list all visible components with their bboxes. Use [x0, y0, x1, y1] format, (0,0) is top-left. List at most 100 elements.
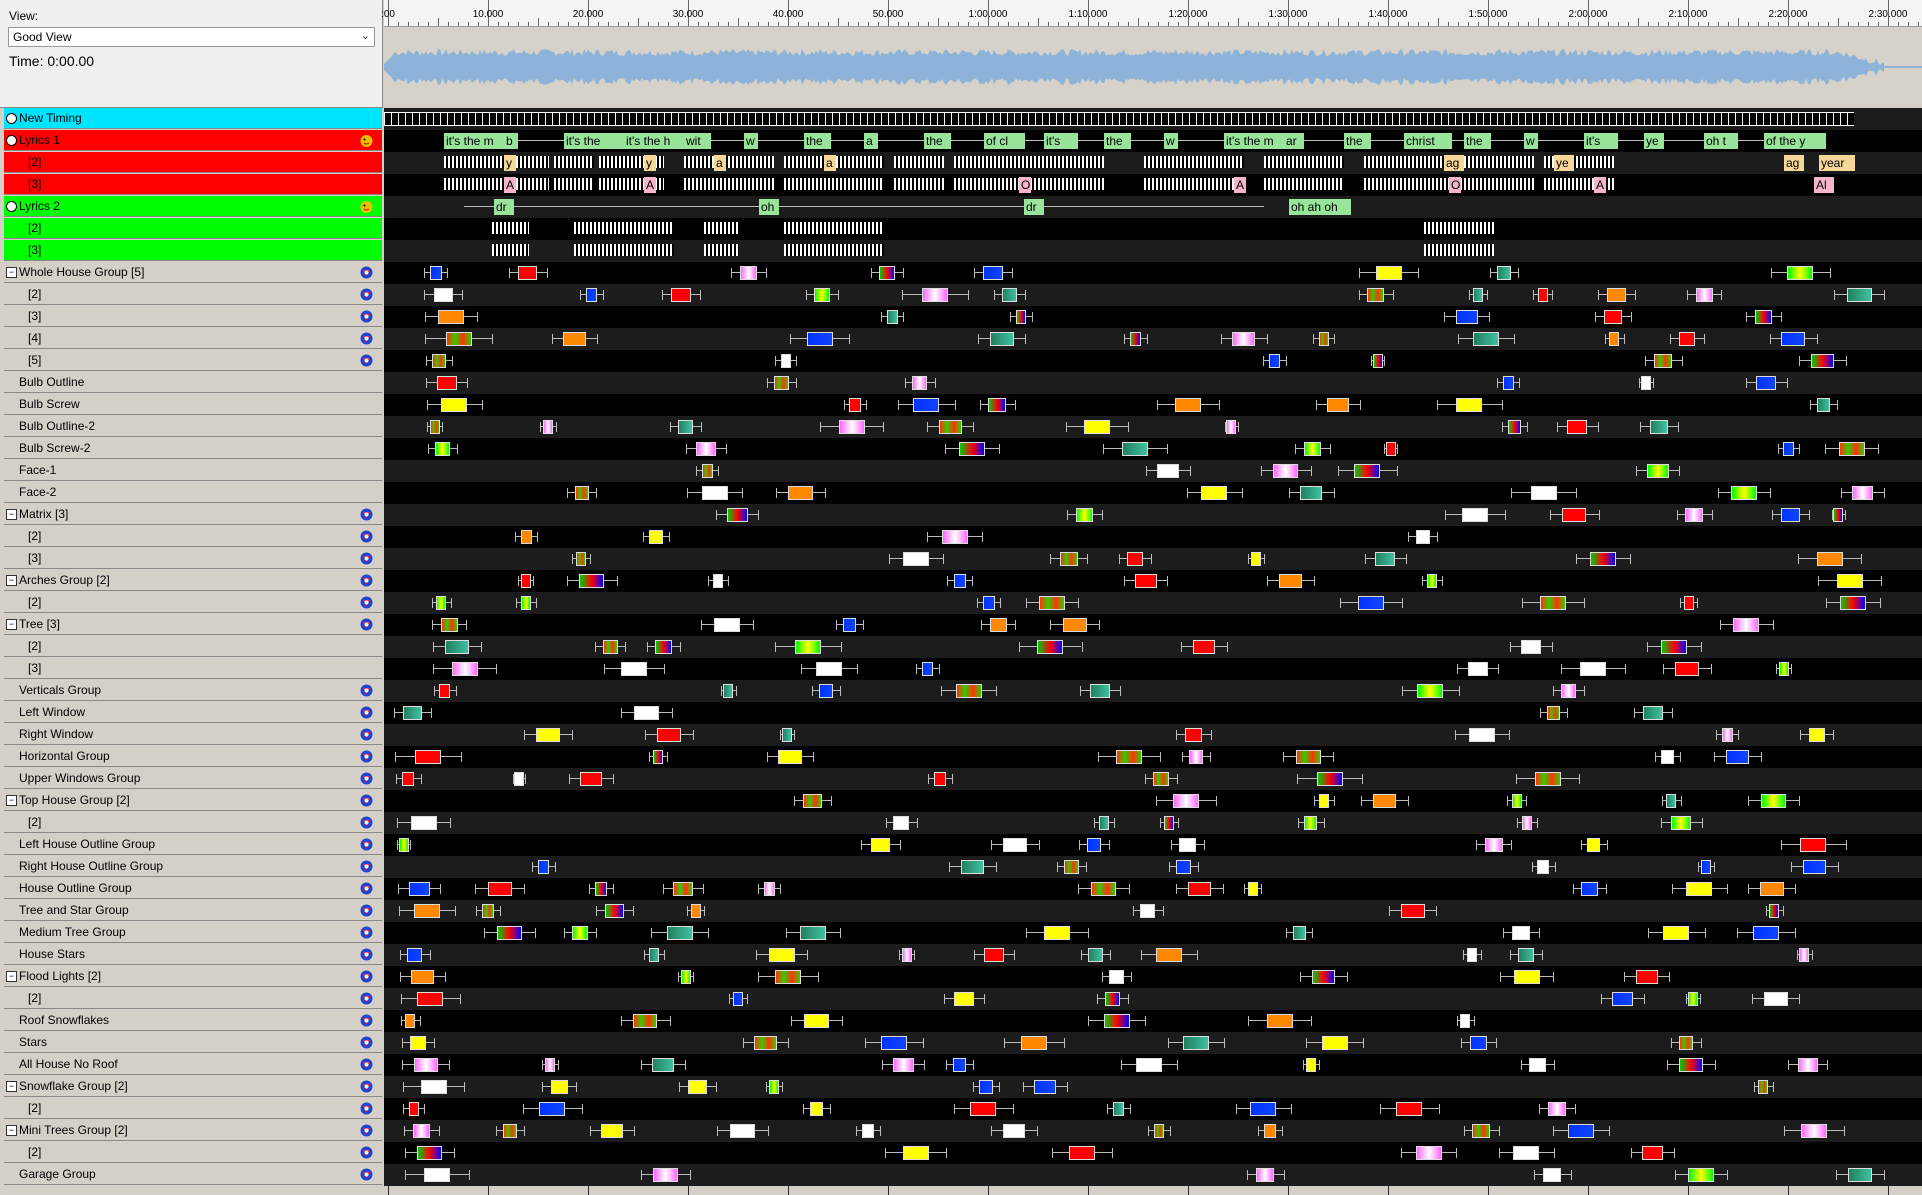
effect-icon[interactable]: [1183, 1036, 1210, 1050]
effect-end-cap[interactable]: [1704, 928, 1706, 938]
effect-end-cap[interactable]: [420, 774, 422, 784]
effect-icon[interactable]: [1833, 508, 1844, 522]
effect-end-cap[interactable]: [1772, 1082, 1774, 1092]
effect-end-cap[interactable]: [597, 334, 599, 344]
effect-start-cap[interactable]: [687, 906, 689, 916]
effect-lane[interactable]: [384, 856, 1922, 878]
effect-end-cap[interactable]: [546, 268, 548, 278]
effect-icon[interactable]: [921, 288, 948, 302]
effect-icon[interactable]: [1068, 1146, 1095, 1160]
effect-lane[interactable]: [384, 746, 1922, 768]
effect-icon[interactable]: [1754, 310, 1773, 324]
effect-icon[interactable]: [487, 882, 513, 896]
effect-start-cap[interactable]: [717, 1126, 719, 1136]
effect-end-cap[interactable]: [466, 620, 468, 630]
effect-icon[interactable]: [1847, 1168, 1872, 1182]
model-icon[interactable]: [359, 1101, 374, 1116]
row-label[interactable]: − Whole House Group [5]: [4, 262, 382, 283]
effect-end-cap[interactable]: [595, 488, 597, 498]
model-icon[interactable]: [359, 1013, 374, 1028]
effect-icon[interactable]: [1192, 640, 1216, 654]
effect-end-cap[interactable]: [444, 972, 446, 982]
effect-icon[interactable]: [1467, 662, 1489, 676]
effect-end-cap[interactable]: [916, 818, 918, 828]
effect-start-cap[interactable]: [1662, 664, 1664, 674]
effect-start-cap[interactable]: [1247, 554, 1249, 564]
effect-start-cap[interactable]: [679, 1082, 681, 1092]
effect-end-cap[interactable]: [1283, 1170, 1285, 1180]
effect-icon[interactable]: [1226, 420, 1237, 434]
effect-end-cap[interactable]: [1290, 1104, 1292, 1114]
effect-start-cap[interactable]: [1745, 378, 1747, 388]
effect-start-cap[interactable]: [431, 598, 433, 608]
row-label[interactable]: Tree and Star Group: [4, 900, 382, 921]
effect-icon[interactable]: [842, 618, 857, 632]
model-icon[interactable]: [359, 881, 374, 896]
effect-icon[interactable]: [1686, 882, 1713, 896]
effect-end-cap[interactable]: [533, 576, 535, 586]
effect-start-cap[interactable]: [1463, 1126, 1465, 1136]
effect-end-cap[interactable]: [982, 532, 984, 542]
effect-lane[interactable]: [384, 394, 1922, 416]
effect-icon[interactable]: [563, 332, 587, 346]
effect-start-cap[interactable]: [678, 972, 680, 982]
effect-end-cap[interactable]: [1498, 664, 1500, 674]
effect-start-cap[interactable]: [945, 444, 947, 454]
effect-lane[interactable]: it's the m b it's the it's the h wit w the a the…: [384, 130, 1922, 152]
effect-end-cap[interactable]: [555, 422, 557, 432]
effect-start-cap[interactable]: [1597, 290, 1599, 300]
effect-lane[interactable]: [384, 240, 1922, 262]
effect-lane[interactable]: [384, 658, 1922, 680]
effect-icon[interactable]: [1733, 618, 1760, 632]
collapse-icon[interactable]: −: [6, 509, 17, 520]
effect-start-cap[interactable]: [426, 378, 428, 388]
effect-icon[interactable]: [781, 728, 792, 742]
effect-start-cap[interactable]: [941, 686, 943, 696]
effect-end-cap[interactable]: [1884, 488, 1885, 498]
effect-start-cap[interactable]: [1258, 1126, 1260, 1136]
effect-start-cap[interactable]: [1101, 972, 1103, 982]
effect-start-cap[interactable]: [1698, 862, 1700, 872]
effect-end-cap[interactable]: [1714, 862, 1716, 872]
effect-start-cap[interactable]: [401, 1016, 403, 1026]
effect-end-cap[interactable]: [954, 400, 956, 410]
effect-start-cap[interactable]: [620, 708, 622, 718]
phoneme-label[interactable]: y: [504, 155, 516, 171]
effect-end-cap[interactable]: [1401, 598, 1403, 608]
effect-icon[interactable]: [1059, 552, 1078, 566]
effect-end-cap[interactable]: [945, 1148, 947, 1158]
effect-start-cap[interactable]: [1338, 466, 1340, 476]
effect-icon[interactable]: [1838, 442, 1865, 456]
effect-end-cap[interactable]: [1837, 862, 1839, 872]
effect-end-cap[interactable]: [1085, 862, 1087, 872]
effect-start-cap[interactable]: [1517, 818, 1519, 828]
effect-start-cap[interactable]: [1666, 1060, 1668, 1070]
effect-start-cap[interactable]: [522, 1104, 524, 1114]
effect-start-cap[interactable]: [928, 774, 930, 784]
effect-start-cap[interactable]: [1501, 422, 1503, 432]
effect-end-cap[interactable]: [1786, 378, 1788, 388]
effect-icon[interactable]: [1808, 728, 1825, 742]
effect-icon[interactable]: [1326, 398, 1349, 412]
effect-start-cap[interactable]: [1556, 422, 1558, 432]
effect-start-cap[interactable]: [424, 290, 426, 300]
effect-start-cap[interactable]: [475, 884, 477, 894]
effect-end-cap[interactable]: [1552, 290, 1554, 300]
effect-start-cap[interactable]: [475, 906, 477, 916]
effect-icon[interactable]: [1103, 1014, 1130, 1028]
effect-end-cap[interactable]: [1036, 1126, 1038, 1136]
effect-start-cap[interactable]: [1533, 1170, 1535, 1180]
effect-start-cap[interactable]: [1549, 510, 1551, 520]
effect-icon[interactable]: [1090, 684, 1111, 698]
effect-end-cap[interactable]: [680, 642, 682, 652]
effect-icon[interactable]: [401, 772, 415, 786]
effect-end-cap[interactable]: [581, 1104, 583, 1114]
effect-end-cap[interactable]: [793, 730, 795, 740]
effect-start-cap[interactable]: [885, 1148, 887, 1158]
effect-end-cap[interactable]: [1169, 1126, 1171, 1136]
effect-icon[interactable]: [1511, 794, 1522, 808]
effect-end-cap[interactable]: [693, 730, 695, 740]
effect-start-cap[interactable]: [1633, 708, 1635, 718]
effect-end-cap[interactable]: [1127, 994, 1129, 1004]
effect-icon[interactable]: [979, 1080, 993, 1094]
